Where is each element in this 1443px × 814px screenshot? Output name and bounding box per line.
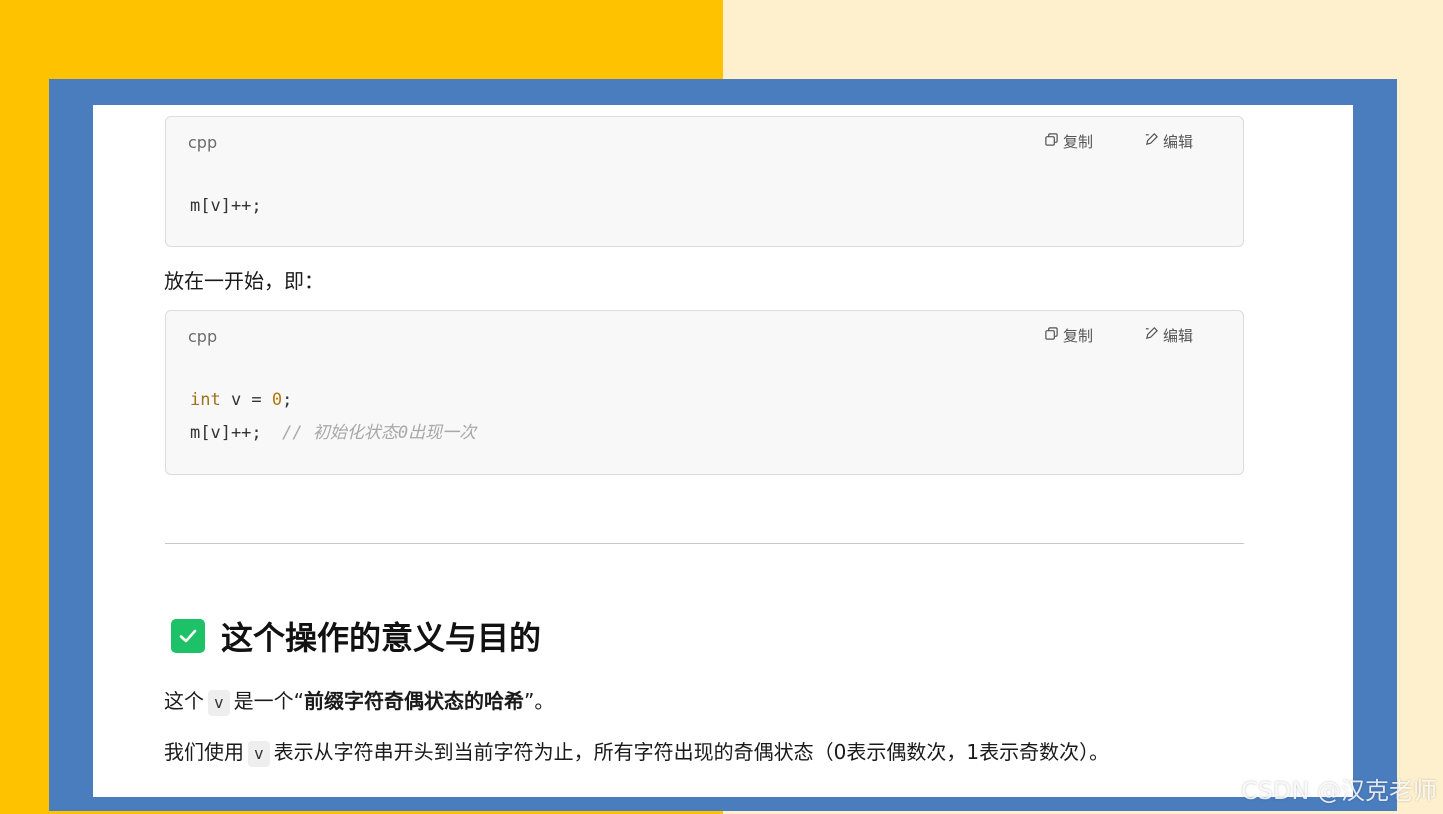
code-comment: // 初始化状态0出现一次 [282,423,477,443]
edit-icon [1144,132,1159,151]
inline-code: v [248,741,270,767]
copy-button[interactable]: 复制 [1044,325,1093,346]
paragraph-1: 这个 v 是一个“前缀字符奇偶状态的哈希”。 [164,685,554,716]
edit-label: 编辑 [1163,327,1194,345]
text: 这个 [164,689,204,713]
copy-icon [1044,326,1059,345]
code-language-label: cpp [188,327,218,346]
watermark: CSDN @汉克老师 [1240,777,1437,805]
heading-text: 这个操作的意义与目的 [221,619,542,657]
edit-icon [1144,326,1159,345]
code-block-2: cpp 复制 编辑 int v = 0; m[v]++; // 初始化状态0出现… [165,310,1244,475]
code-lines: m[v]++; [190,190,262,223]
code-lines: int v = 0; m[v]++; // 初始化状态0出现一次 [190,384,476,450]
edit-button[interactable]: 编辑 [1144,325,1193,346]
copy-icon [1044,132,1059,151]
code-text: ; [282,390,293,410]
text: 是一个“ [233,689,305,713]
code-line: m[v]++; [190,196,262,216]
code-line: m[v]++; // 初始化状态0出现一次 [190,417,476,450]
code-number: 0 [271,390,283,410]
copy-label: 复制 [1063,327,1094,345]
code-language-label: cpp [188,133,218,152]
intro-paragraph: 放在一开始，即： [164,269,324,293]
code-block-1: cpp 复制 编辑 m[v]++; [165,116,1244,247]
paragraph-2: 我们使用 v 表示从字符串开头到当前字符为止，所有字符出现的奇偶状态（0表示偶数次，… [164,736,1109,767]
code-text: v = [220,390,272,410]
text: 我们使用 [164,740,244,764]
copy-button[interactable]: 复制 [1044,131,1093,152]
code-keyword: int [190,390,221,410]
edit-button[interactable]: 编辑 [1144,131,1193,152]
edit-label: 编辑 [1163,133,1194,151]
check-mark-icon [171,619,205,653]
copy-label: 复制 [1063,133,1094,151]
section-heading: 这个操作的意义与目的 [171,613,541,659]
horizontal-divider [165,543,1244,544]
document-content: cpp 复制 编辑 m[v]++; 放在一开始，即： cpp 复制 编辑 int… [93,105,1353,797]
bold-text: 前缀字符奇偶状态的哈希 [304,689,525,713]
code-line: int v = 0; [190,384,476,417]
text: ”。 [524,689,555,713]
text: 表示从字符串开头到当前字符为止，所有字符出现的奇偶状态（0表示偶数次，1表示奇数… [273,740,1110,764]
inline-code: v [208,690,230,716]
code-text: m[v]++; [190,423,283,443]
